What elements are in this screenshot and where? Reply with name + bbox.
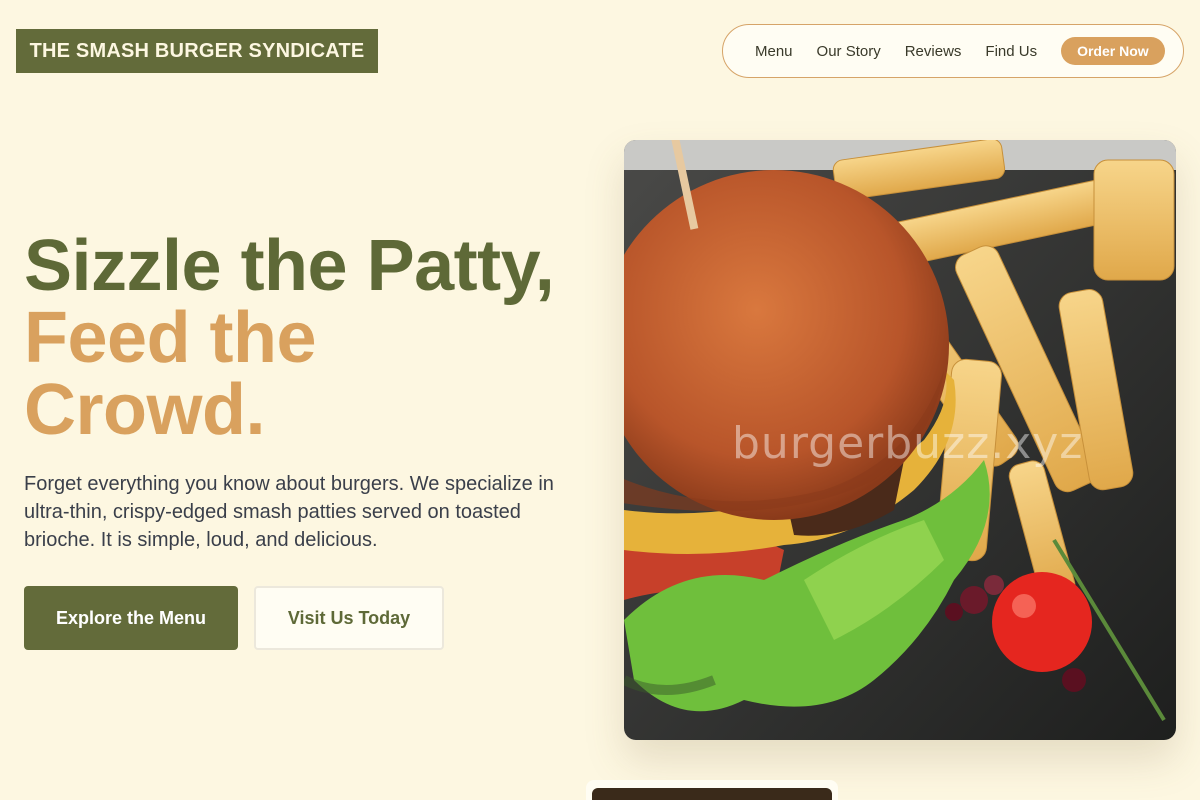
hero-headline: Sizzle the Patty, Feed the Crowd.: [24, 226, 555, 450]
nav-link-find-us[interactable]: Find Us: [985, 43, 1037, 60]
next-section-image: [592, 788, 832, 800]
headline-line-2: Feed the: [24, 298, 317, 378]
image-watermark: burgerbuzz.xyz: [732, 418, 1084, 469]
order-now-button[interactable]: Order Now: [1061, 37, 1165, 65]
main-nav: Menu Our Story Reviews Find Us Order Now: [722, 24, 1184, 78]
hero-burger-image: burgerbuzz.xyz: [624, 140, 1176, 740]
visit-us-button[interactable]: Visit Us Today: [254, 586, 444, 650]
headline-line-1: Sizzle the Patty,: [24, 226, 555, 306]
hero-description: Forget everything you know about burgers…: [24, 473, 554, 551]
brand-logo[interactable]: THE SMASH BURGER SYNDICATE: [16, 29, 378, 73]
nav-link-menu[interactable]: Menu: [755, 43, 793, 60]
nav-link-our-story[interactable]: Our Story: [817, 43, 881, 60]
nav-link-reviews[interactable]: Reviews: [905, 43, 962, 60]
headline-line-3: Crowd.: [24, 370, 265, 450]
explore-menu-button[interactable]: Explore the Menu: [24, 586, 238, 650]
